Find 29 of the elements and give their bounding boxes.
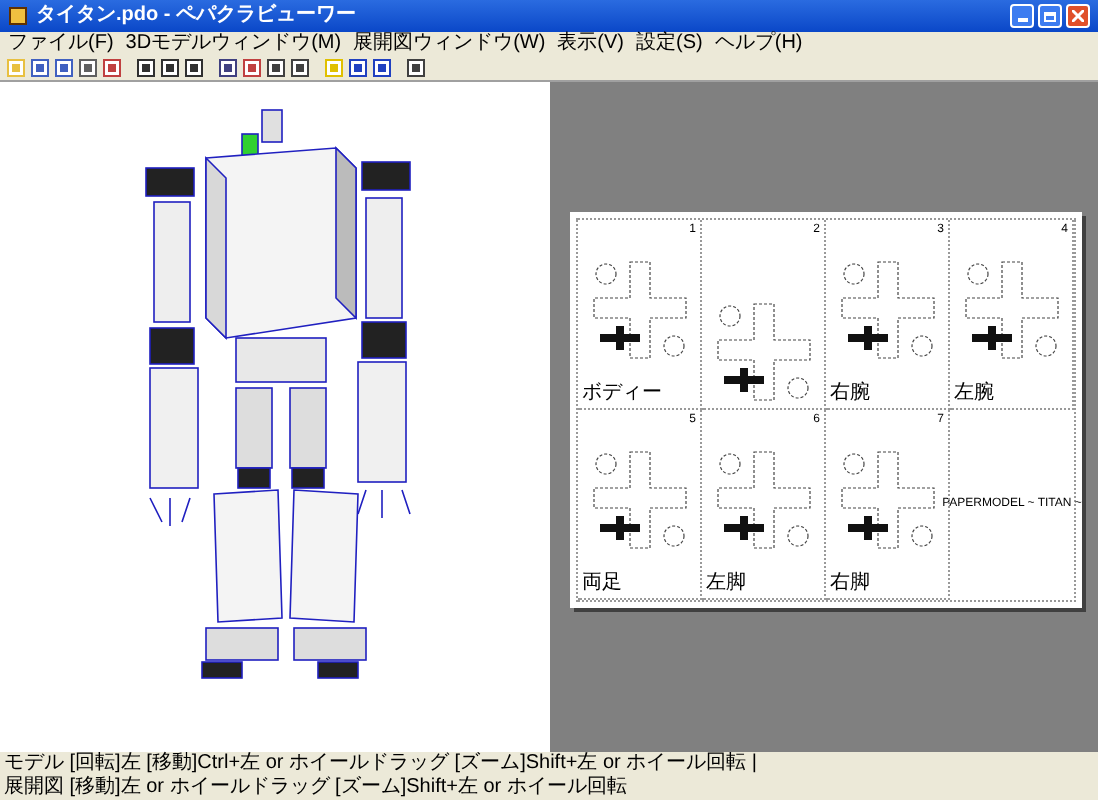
status-bar-text: 展開図 [移動]左 or ホイールドラッグ [ズーム]Shift+左 or ホイール回転 (4, 776, 629, 800)
menu-item[interactable]: 3Dモデルウィンドウ(M) (125, 34, 342, 54)
menu-item[interactable]: ファイル(F) (8, 34, 114, 54)
minimize-icon (1017, 18, 1027, 22)
menu-item[interactable]: 展開図ウィンドウ(W) (353, 34, 546, 54)
window-title: タイタン.pdo - ペパクラビューワー (36, 6, 356, 26)
paper-parts-drawing (589, 447, 689, 551)
part-label: ボディー (582, 383, 662, 403)
paper-parts-drawing (837, 257, 937, 361)
part-label: 右腕 (830, 383, 870, 403)
maximize-icon (1044, 11, 1056, 21)
minimize-button[interactable] (1010, 4, 1034, 28)
paper-parts-drawing (713, 447, 813, 551)
menu-item[interactable]: ヘルプ(H) (714, 34, 803, 54)
maximize-button[interactable] (1038, 4, 1062, 28)
part-label: 左腕 (954, 383, 994, 403)
close-icon (1072, 10, 1084, 22)
part-label: 右脚 (830, 573, 870, 593)
paper-parts-drawing (713, 299, 813, 403)
menu-item[interactable]: 表示(V) (557, 34, 625, 54)
app-icon (8, 6, 28, 26)
paper-parts-drawing (961, 257, 1061, 361)
status-bar-text: モデル [回転]左 [移動]Ctrl+左 or ホイールドラッグ [ズーム]Shift+左 or ホイール回転 | (4, 752, 760, 776)
part-label: 左脚 (706, 573, 746, 593)
close-button[interactable] (1066, 4, 1090, 28)
paper-parts-drawing (837, 447, 937, 551)
paper-parts-drawing (589, 257, 689, 361)
menu-item[interactable]: 設定(S) (636, 34, 703, 54)
part-label: 両足 (582, 573, 622, 593)
